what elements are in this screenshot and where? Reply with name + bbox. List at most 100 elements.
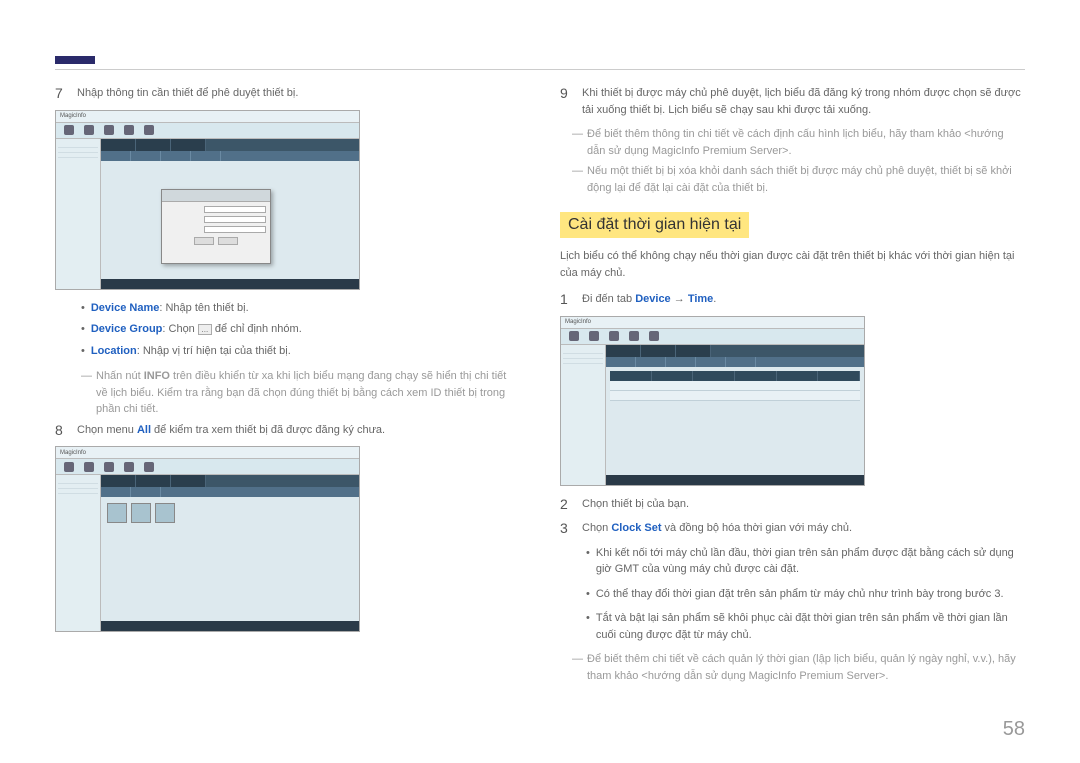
toolbar-icon bbox=[84, 125, 94, 135]
th bbox=[610, 371, 652, 381]
ss-subtab bbox=[636, 357, 666, 367]
ss-sidebar bbox=[56, 475, 101, 631]
device-thumb bbox=[155, 503, 175, 523]
ss-body bbox=[561, 345, 864, 485]
step-number: 7 bbox=[55, 85, 67, 102]
screenshot-approve-dialog: MagicInfo bbox=[55, 110, 360, 290]
ss-footer bbox=[101, 621, 359, 631]
ss-tab bbox=[171, 475, 206, 487]
th bbox=[777, 371, 819, 381]
ss-subtabs bbox=[606, 357, 864, 367]
all-label: All bbox=[137, 424, 151, 436]
th bbox=[693, 371, 735, 381]
toolbar-icon bbox=[124, 125, 134, 135]
ss-tab bbox=[101, 475, 136, 487]
th bbox=[652, 371, 694, 381]
device-tab-label: Device bbox=[635, 293, 670, 305]
note-time-management: Để biết thêm chi tiết về cách quản lý th… bbox=[572, 651, 1025, 684]
toolbar-icon bbox=[84, 462, 94, 472]
toolbar-icon bbox=[144, 125, 154, 135]
screenshot-all-menu: MagicInfo bbox=[55, 446, 360, 632]
screenshot-device-time: MagicInfo bbox=[560, 316, 865, 486]
ss-tab bbox=[136, 139, 171, 151]
ss-main bbox=[101, 475, 359, 631]
location-label: Location bbox=[91, 345, 137, 357]
right-column: 9 Khi thiết bị được máy chủ phê duyệt, l… bbox=[560, 85, 1025, 688]
dialog-body bbox=[162, 202, 270, 249]
device-thumb bbox=[107, 503, 127, 523]
toolbar-icon bbox=[629, 331, 639, 341]
step-3: 3 Chọn Clock Set và đồng bộ hóa thời gia… bbox=[560, 520, 1025, 537]
ss-titlebar: MagicInfo bbox=[56, 447, 359, 459]
ss-tab bbox=[676, 345, 711, 357]
step-text: Đi đến tab Device → Time. bbox=[582, 291, 1025, 308]
ss-titlebar: MagicInfo bbox=[561, 317, 864, 329]
ss-tabs bbox=[606, 345, 864, 357]
sidebar-item bbox=[563, 359, 603, 364]
toolbar-icon bbox=[144, 462, 154, 472]
ss-tab bbox=[101, 139, 136, 151]
sidebar-item bbox=[58, 489, 98, 494]
time-tab-label: Time bbox=[688, 293, 713, 305]
step-9: 9 Khi thiết bị được máy chủ phê duyệt, l… bbox=[560, 85, 1025, 118]
step-text: Chọn menu All để kiểm tra xem thiết bị đ… bbox=[77, 422, 520, 439]
ss-subtabs bbox=[101, 487, 359, 497]
info-label: INFO bbox=[144, 370, 170, 382]
location-input bbox=[204, 226, 266, 233]
ss-body bbox=[56, 475, 359, 631]
ss-subtab bbox=[666, 357, 696, 367]
ok-button bbox=[194, 237, 214, 245]
header-accent-bar bbox=[55, 56, 95, 64]
toolbar-icon bbox=[569, 331, 579, 341]
ss-sidebar bbox=[561, 345, 606, 485]
toolbar-icon bbox=[589, 331, 599, 341]
step-number: 9 bbox=[560, 85, 572, 118]
step-text: Chọn Clock Set và đồng bộ hóa thời gian … bbox=[582, 520, 1025, 537]
toolbar-icon bbox=[104, 125, 114, 135]
ss-subtab bbox=[131, 151, 161, 161]
field-bullets: Device Name: Nhập tên thiết bị. Device G… bbox=[81, 300, 520, 361]
sub-bullet: Khi kết nối tới máy chủ lần đầu, thời gi… bbox=[586, 545, 1025, 578]
note-info-remote: Nhấn nút INFO trên điều khiển từ xa khi … bbox=[81, 368, 520, 418]
approve-dialog bbox=[161, 189, 271, 264]
ss-subtab bbox=[726, 357, 756, 367]
toolbar-icon bbox=[64, 462, 74, 472]
th bbox=[818, 371, 860, 381]
page-number: 58 bbox=[1003, 718, 1025, 741]
step3-sub-bullets: Khi kết nối tới máy chủ lần đầu, thời gi… bbox=[586, 545, 1025, 644]
ss-tabs bbox=[101, 139, 359, 151]
ss-footer bbox=[606, 475, 864, 485]
ss-tabs bbox=[101, 475, 359, 487]
left-column: 7 Nhập thông tin cần thiết để phê duyệt … bbox=[55, 85, 520, 688]
page-columns: 7 Nhập thông tin cần thiết để phê duyệt … bbox=[55, 85, 1025, 688]
clock-set-label: Clock Set bbox=[611, 522, 661, 534]
device-name-label: Device Name bbox=[91, 302, 160, 314]
step-number: 3 bbox=[560, 520, 572, 537]
device-group-input bbox=[204, 216, 266, 223]
table-row bbox=[610, 381, 860, 391]
ss-toolbar bbox=[56, 459, 359, 475]
ss-subtab bbox=[101, 151, 131, 161]
step-text: Chọn thiết bị của bạn. bbox=[582, 496, 1025, 513]
sub-bullet: Có thể thay đổi thời gian đặt trên sản p… bbox=[586, 586, 1025, 603]
ss-toolbar bbox=[561, 329, 864, 345]
step-number: 2 bbox=[560, 496, 572, 513]
sidebar-item bbox=[58, 153, 98, 158]
ss-subtabs bbox=[101, 151, 359, 161]
toolbar-icon bbox=[124, 462, 134, 472]
ss-body bbox=[56, 139, 359, 289]
table-header-row bbox=[610, 371, 860, 381]
ss-subtab bbox=[161, 151, 191, 161]
toolbar-icon bbox=[104, 462, 114, 472]
ss-main bbox=[101, 139, 359, 289]
toolbar-icon bbox=[609, 331, 619, 341]
ss-subtab bbox=[131, 487, 161, 497]
step-text: Nhập thông tin cần thiết để phê duyệt th… bbox=[77, 85, 520, 102]
device-table bbox=[610, 371, 860, 401]
table-row bbox=[610, 391, 860, 401]
ss-tab bbox=[171, 139, 206, 151]
step-number: 1 bbox=[560, 291, 572, 308]
ellipsis-button-icon: ... bbox=[198, 324, 212, 335]
step-2: 2 Chọn thiết bị của bạn. bbox=[560, 496, 1025, 513]
header-divider bbox=[55, 69, 1025, 70]
